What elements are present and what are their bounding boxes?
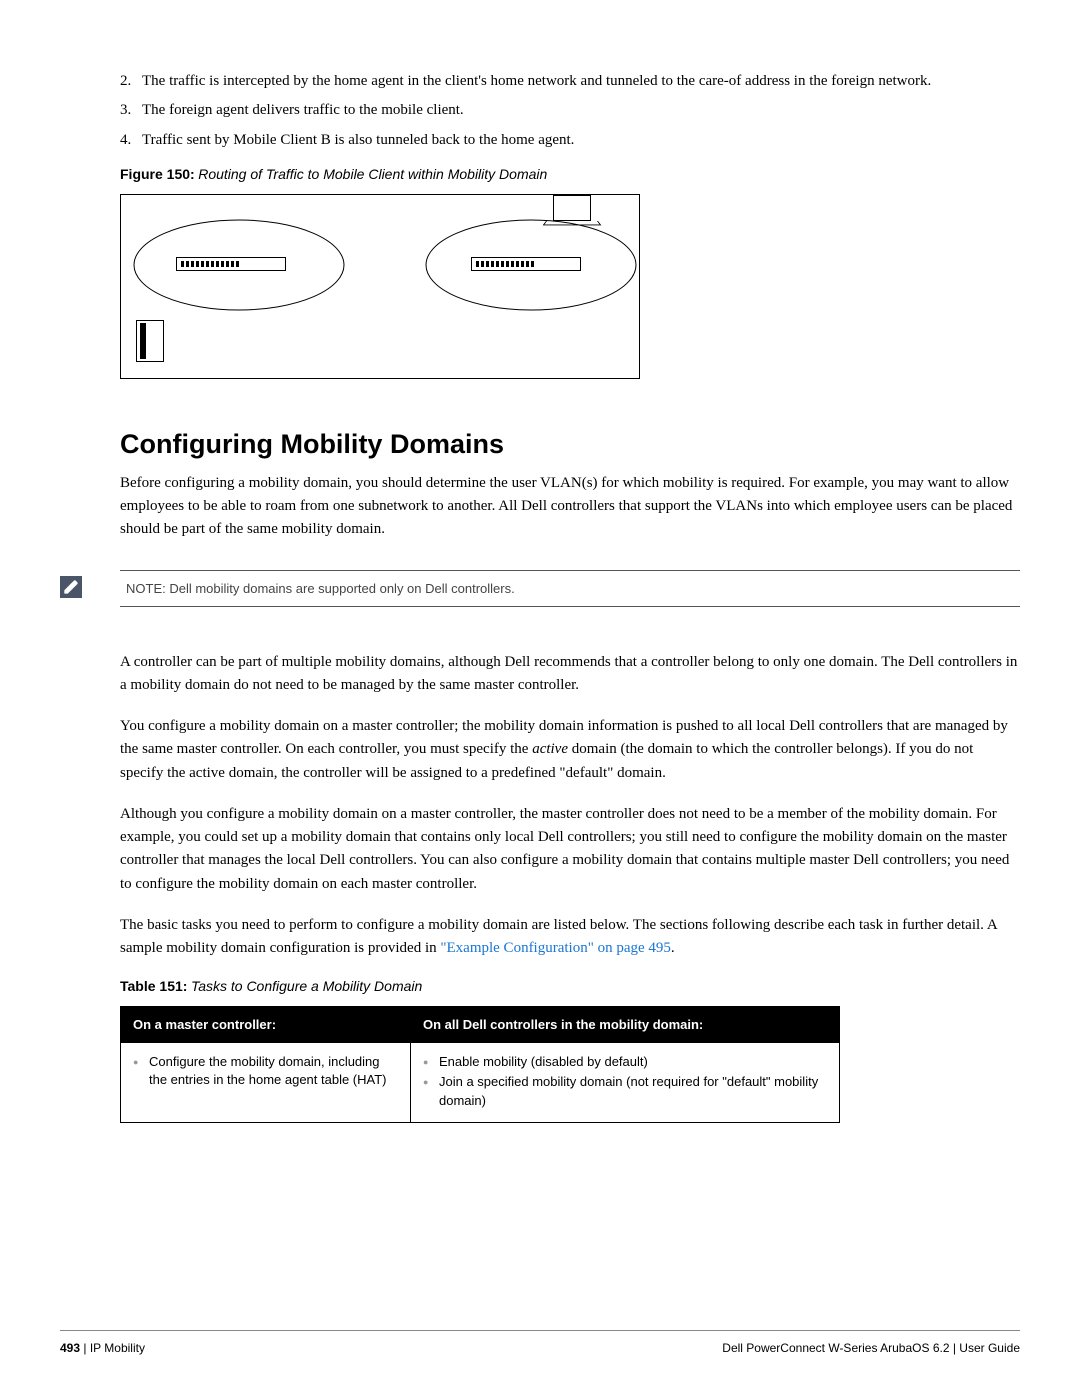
table-row: Configure the mobility domain, including… <box>121 1043 840 1123</box>
footer-left: 493 | IP Mobility <box>60 1341 145 1355</box>
list-item: 4. Traffic sent by Mobile Client B is al… <box>120 129 1020 152</box>
table-label: Table 151: <box>120 978 187 994</box>
paragraph: A controller can be part of multiple mob… <box>120 651 1020 698</box>
paragraph: You configure a mobility domain on a mas… <box>120 715 1020 785</box>
server-tower-icon <box>136 320 164 362</box>
note-pencil-icon <box>60 576 82 598</box>
footer-product: Dell PowerConnect W-Series ArubaOS 6.2 <box>722 1341 949 1355</box>
figure-label: Figure 150: <box>120 166 195 182</box>
controller-device-left <box>176 257 286 271</box>
list-text: The traffic is intercepted by the home a… <box>142 73 931 89</box>
table-cell: Enable mobility (disabled by default) Jo… <box>411 1043 840 1123</box>
task-table: On a master controller: On all Dell cont… <box>120 1006 840 1123</box>
list-number: 4. <box>120 129 131 152</box>
page-number: 493 <box>60 1341 80 1355</box>
laptop-icon <box>546 195 598 229</box>
figure-caption: Figure 150: Routing of Traffic to Mobile… <box>120 166 1020 184</box>
bullet-item: Configure the mobility domain, including… <box>133 1053 398 1089</box>
paragraph: Before configuring a mobility domain, yo… <box>120 472 1020 542</box>
footer-right: Dell PowerConnect W-Series ArubaOS 6.2 |… <box>722 1341 1020 1355</box>
list-text: Traffic sent by Mobile Client B is also … <box>142 132 574 148</box>
list-item: 2. The traffic is intercepted by the hom… <box>120 70 1020 93</box>
paragraph: Although you configure a mobility domain… <box>120 803 1020 896</box>
list-text: The foreign agent delivers traffic to th… <box>142 102 464 118</box>
table-cell: Configure the mobility domain, including… <box>121 1043 411 1123</box>
footer-doc: User Guide <box>959 1341 1020 1355</box>
section-heading: Configuring Mobility Domains <box>120 429 1020 460</box>
numbered-list: 2. The traffic is intercepted by the hom… <box>120 70 1020 152</box>
cross-reference-link[interactable]: "Example Configuration" on page 495 <box>440 940 671 956</box>
figure-diagram <box>120 194 640 379</box>
paragraph: The basic tasks you need to perform to c… <box>120 914 1020 961</box>
controller-device-right <box>471 257 581 271</box>
note-box: NOTE: Dell mobility domains are supporte… <box>120 570 1020 607</box>
table-header: On all Dell controllers in the mobility … <box>411 1007 840 1043</box>
bullet-item: Join a specified mobility domain (not re… <box>423 1073 827 1109</box>
table-title: Tasks to Configure a Mobility Domain <box>191 978 422 994</box>
table-caption: Table 151: Tasks to Configure a Mobility… <box>120 978 1020 996</box>
emphasis: active <box>532 741 568 757</box>
page-footer: 493 | IP Mobility Dell PowerConnect W-Se… <box>60 1330 1020 1355</box>
footer-section: IP Mobility <box>90 1341 145 1355</box>
list-number: 2. <box>120 70 131 93</box>
bullet-item: Enable mobility (disabled by default) <box>423 1053 827 1071</box>
list-number: 3. <box>120 99 131 122</box>
table-header: On a master controller: <box>121 1007 411 1043</box>
figure-title: Routing of Traffic to Mobile Client with… <box>198 166 547 182</box>
text-run: . <box>671 940 675 956</box>
list-item: 3. The foreign agent delivers traffic to… <box>120 99 1020 122</box>
